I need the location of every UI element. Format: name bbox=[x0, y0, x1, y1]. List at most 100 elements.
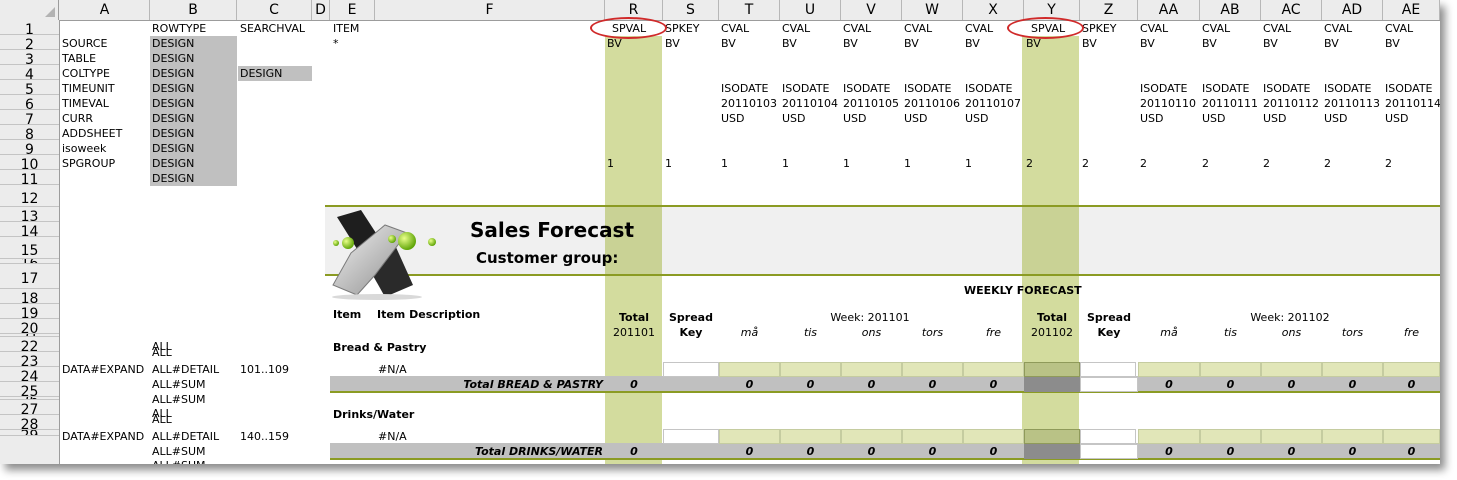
forecast-input-r27-c8[interactable] bbox=[719, 429, 780, 444]
col-header-b[interactable]: B bbox=[150, 0, 237, 20]
col-header-c[interactable]: C bbox=[237, 0, 312, 20]
week-row10-cell-13: 2 bbox=[1385, 157, 1392, 170]
forecast-input-r22-c16[interactable] bbox=[1200, 362, 1261, 377]
forecast-input-r27-c19[interactable] bbox=[1383, 429, 1440, 444]
forecast-input-r27-c10[interactable] bbox=[841, 429, 902, 444]
week-row5-cell-9: ISODATE bbox=[1140, 82, 1188, 95]
zero-r28-c6: 0 bbox=[630, 445, 638, 458]
row-header-28[interactable]: 28 bbox=[0, 415, 59, 430]
col-header-ae[interactable]: AE bbox=[1383, 0, 1440, 20]
row-header-22[interactable]: 22 bbox=[0, 337, 59, 352]
row-header-3[interactable]: 3 bbox=[0, 50, 59, 65]
row-header-11[interactable]: 11 bbox=[0, 170, 59, 185]
forecast-input-r27-c17[interactable] bbox=[1261, 429, 1322, 444]
col-header-w[interactable]: W bbox=[902, 0, 963, 20]
week-row2-cell-12: BV bbox=[1324, 37, 1339, 50]
col-header-s[interactable]: S bbox=[663, 0, 719, 20]
forecast-input-r22-c15[interactable] bbox=[1138, 362, 1200, 377]
forecast-input-r22-c9[interactable] bbox=[780, 362, 841, 377]
week-row10-cell-8: 2 bbox=[1082, 157, 1089, 170]
week-row10-cell-0: 1 bbox=[607, 157, 614, 170]
row-header-20[interactable]: 20 bbox=[0, 319, 59, 334]
report-subtitle: Customer group: bbox=[476, 249, 619, 267]
col-header-z[interactable]: Z bbox=[1080, 0, 1138, 20]
row-header-23[interactable]: 23 bbox=[0, 352, 59, 367]
col-header-aa[interactable]: AA bbox=[1138, 0, 1200, 20]
design-label-curr: CURR bbox=[62, 112, 94, 125]
row-header-6[interactable]: 6 bbox=[0, 95, 59, 110]
row-header-15[interactable]: 15 bbox=[0, 237, 59, 259]
forecast-input-r27-c16[interactable] bbox=[1200, 429, 1261, 444]
spread-key-input-1[interactable] bbox=[663, 429, 719, 444]
forecast-input-r27-c11[interactable] bbox=[902, 429, 963, 444]
forecast-input-r27-c18[interactable] bbox=[1322, 429, 1383, 444]
week-row2-cell-3: BV bbox=[782, 37, 797, 50]
spread-key-input-z-0[interactable] bbox=[1080, 362, 1136, 377]
total-cell-y-1[interactable] bbox=[1024, 429, 1080, 444]
row-header-17[interactable]: 17 bbox=[0, 264, 59, 289]
col-header-ab[interactable]: AB bbox=[1200, 0, 1261, 20]
forecast-input-r22-c19[interactable] bbox=[1383, 362, 1440, 377]
col-header-a[interactable]: A bbox=[60, 0, 150, 20]
row-header-2[interactable]: 2 bbox=[0, 35, 59, 50]
week-row1-cell-10: CVAL bbox=[1202, 22, 1231, 35]
week-row1-cell-11: CVAL bbox=[1263, 22, 1292, 35]
row-header-bar: 1234567891011121314151617181920212223242… bbox=[0, 20, 60, 464]
total-cell-y-0[interactable] bbox=[1024, 362, 1080, 377]
forecast-input-r27-c9[interactable] bbox=[780, 429, 841, 444]
spread-key-input-z-1[interactable] bbox=[1080, 429, 1136, 444]
col-header-t[interactable]: T bbox=[719, 0, 780, 20]
row-header-10[interactable]: 10 bbox=[0, 155, 59, 170]
col-header-x[interactable]: X bbox=[963, 0, 1024, 20]
zero-r23-c12: 0 bbox=[989, 378, 998, 391]
row-header-14[interactable]: 14 bbox=[0, 222, 59, 237]
spread-key-input-0[interactable] bbox=[663, 362, 719, 377]
row-header-27[interactable]: 27 bbox=[0, 400, 59, 415]
row-header-1[interactable]: 1 bbox=[0, 20, 59, 35]
forecast-input-r27-c12[interactable] bbox=[963, 429, 1024, 444]
row-header-29[interactable]: 29 bbox=[0, 430, 59, 436]
col-header-e[interactable]: E bbox=[330, 0, 375, 20]
week-row5-cell-10: ISODATE bbox=[1202, 82, 1250, 95]
week-row6-cell-6: 20110107 bbox=[965, 97, 1021, 110]
week-row1-cell-12: CVAL bbox=[1324, 22, 1353, 35]
row-header-4[interactable]: 4 bbox=[0, 65, 59, 80]
row-header-9[interactable]: 9 bbox=[0, 140, 59, 155]
forecast-input-r22-c11[interactable] bbox=[902, 362, 963, 377]
total-label-period2: Total bbox=[1036, 311, 1068, 324]
total-label-period1: Total bbox=[618, 311, 650, 324]
col-header-f[interactable]: F bbox=[375, 0, 605, 20]
design-label-timeval: TIMEVAL bbox=[62, 97, 109, 110]
forecast-input-r27-c15[interactable] bbox=[1138, 429, 1200, 444]
row-header-19[interactable]: 19 bbox=[0, 304, 59, 319]
week-row10-cell-4: 1 bbox=[843, 157, 850, 170]
row-header-18[interactable]: 18 bbox=[0, 289, 59, 304]
col-header-ac[interactable]: AC bbox=[1261, 0, 1322, 20]
row-header-7[interactable]: 7 bbox=[0, 110, 59, 125]
row-header-25[interactable]: 25 bbox=[0, 382, 59, 397]
select-all-corner[interactable] bbox=[0, 0, 59, 20]
col-header-d[interactable]: D bbox=[312, 0, 330, 20]
row-header-13[interactable]: 13 bbox=[0, 207, 59, 222]
searchval-r22: 101..109 bbox=[240, 363, 289, 376]
row-header-5[interactable]: 5 bbox=[0, 80, 59, 95]
col-header-u[interactable]: U bbox=[780, 0, 841, 20]
row-header-12[interactable]: 12 bbox=[0, 185, 59, 207]
forecast-input-r22-c10[interactable] bbox=[841, 362, 902, 377]
week1-label: Week: 201101 bbox=[830, 311, 910, 324]
col-header-ad[interactable]: AD bbox=[1322, 0, 1383, 20]
zero-r23-c17: 0 bbox=[1287, 378, 1296, 391]
forecast-input-r22-c8[interactable] bbox=[719, 362, 780, 377]
forecast-input-r22-c12[interactable] bbox=[963, 362, 1024, 377]
design-label-timeunit: TIMEUNIT bbox=[62, 82, 115, 95]
forecast-input-r22-c17[interactable] bbox=[1261, 362, 1322, 377]
zero-r28-c8: 0 bbox=[745, 445, 754, 458]
week-row7-cell-10: USD bbox=[1202, 112, 1226, 125]
week-row2-cell-13: BV bbox=[1385, 37, 1400, 50]
row-header-8[interactable]: 8 bbox=[0, 125, 59, 140]
col-header-v[interactable]: V bbox=[841, 0, 902, 20]
design-cell-c4: DESIGN bbox=[240, 67, 283, 80]
forecast-input-r22-c18[interactable] bbox=[1322, 362, 1383, 377]
row-header-24[interactable]: 24 bbox=[0, 367, 59, 382]
cell-grid[interactable]: ROWTYPE SEARCHVAL ITEM * SOURCE TABLE COLTYPE T… bbox=[60, 17, 1440, 464]
